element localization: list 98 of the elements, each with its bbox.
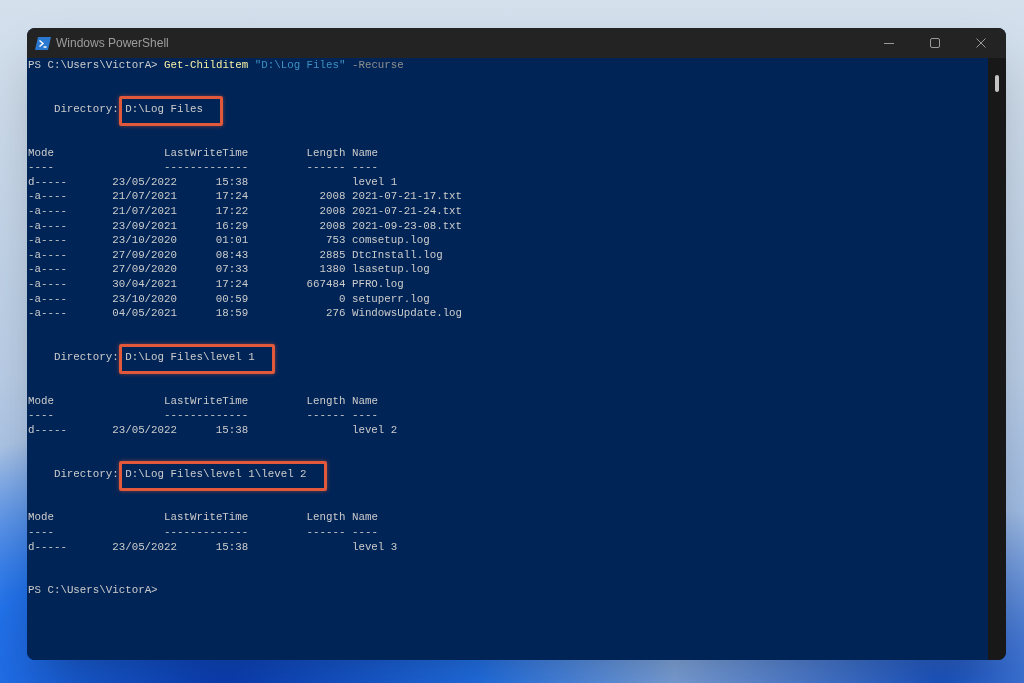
modified-date: 23/10/2020 <box>112 292 177 305</box>
window-title: Windows PowerShell <box>56 35 169 52</box>
column-header: Name <box>351 511 378 524</box>
modified-date: 23/10/2020 <box>112 234 177 247</box>
file-length: 276 <box>326 307 346 320</box>
minimize-icon <box>884 42 894 44</box>
column-header: Length <box>306 146 346 159</box>
modified-date: 23/05/2022 <box>112 540 177 553</box>
column-header: Mode <box>28 146 54 159</box>
modified-time: 08:43 <box>215 248 249 261</box>
file-mode: d----- <box>28 423 67 436</box>
file-name: 2021-07-21-17.txt <box>351 190 463 203</box>
modified-date: 30/04/2021 <box>112 277 177 290</box>
header-underline: ---- <box>351 526 378 538</box>
modified-date: 23/05/2022 <box>112 175 177 188</box>
file-mode: d----- <box>28 175 67 188</box>
modified-date: 23/09/2021 <box>112 219 177 232</box>
modified-time: 16:29 <box>215 219 249 232</box>
modified-time: 00:59 <box>215 292 249 305</box>
modified-time: 15:38 <box>215 540 249 553</box>
file-mode: d----- <box>28 540 67 553</box>
file-mode: -a---- <box>28 190 67 203</box>
column-header: LastWriteTime <box>164 511 249 524</box>
file-name: level 2 <box>351 423 398 436</box>
header-underline: ------------- <box>164 161 249 174</box>
file-mode: -a---- <box>28 292 67 305</box>
directory-path: D:\Log Files <box>125 102 203 115</box>
file-length: 753 <box>326 234 346 247</box>
close-icon <box>976 38 986 48</box>
file-name: DtcInstall.log <box>351 248 443 261</box>
header-underline: ------ <box>306 409 346 422</box>
header-underline: ---- <box>28 526 54 538</box>
header-underline: ------ <box>306 161 346 174</box>
file-mode: -a---- <box>28 234 67 247</box>
modified-date: 21/07/2021 <box>112 204 177 217</box>
file-mode: -a---- <box>28 263 67 276</box>
scrollbar-thumb[interactable] <box>995 75 999 92</box>
modified-time: 18:59 <box>215 307 249 320</box>
column-header: Name <box>351 394 378 407</box>
file-length: 2885 <box>319 248 346 261</box>
file-length: 667484 <box>306 277 346 290</box>
header-underline: ---- <box>351 409 378 422</box>
modified-time: 01:01 <box>215 234 249 247</box>
modified-date: 27/09/2020 <box>112 248 177 261</box>
file-name: 2021-09-23-08.txt <box>351 219 463 232</box>
file-length: 1380 <box>319 263 346 276</box>
directory-path: D:\Log Files\level 1\level 2 <box>125 467 307 480</box>
file-mode: -a---- <box>28 204 67 217</box>
file-length: 2008 <box>319 219 346 232</box>
file-length: 0 <box>338 292 346 305</box>
file-name: setuperr.log <box>351 292 430 305</box>
header-underline: ---- <box>28 409 54 422</box>
directory-label: Directory: <box>53 102 119 115</box>
directory-path: D:\Log Files\level 1 <box>125 350 255 363</box>
modified-time: 15:38 <box>215 423 249 436</box>
file-mode: -a---- <box>28 277 67 290</box>
maximize-icon <box>930 38 940 48</box>
file-name: lsasetup.log <box>351 263 430 276</box>
modified-date: 04/05/2021 <box>112 307 177 320</box>
header-underline: ------------- <box>164 409 249 422</box>
column-header: Mode <box>28 394 54 407</box>
column-header: Mode <box>28 511 54 524</box>
directory-label: Directory: <box>53 350 119 363</box>
file-length: 2008 <box>319 190 346 203</box>
file-mode: -a---- <box>28 248 67 261</box>
column-header: Name <box>351 146 378 159</box>
modified-time: 17:24 <box>215 190 249 203</box>
column-header: LastWriteTime <box>164 146 249 159</box>
file-name: comsetup.log <box>351 234 430 247</box>
file-name: 2021-07-21-24.txt <box>351 204 463 217</box>
modified-time: 07:33 <box>215 263 249 276</box>
file-length: 2008 <box>319 204 346 217</box>
file-mode: -a---- <box>28 307 67 320</box>
prompt-text: PS C:\Users\VictorA> <box>28 59 158 71</box>
header-underline: ---- <box>351 161 378 174</box>
header-underline: ---- <box>28 161 54 174</box>
header-underline: ------ <box>306 526 346 538</box>
parameter-text: -Recurse <box>351 59 404 71</box>
file-name: PFRO.log <box>351 277 404 290</box>
column-header: Length <box>306 394 346 407</box>
command-name: Get-Childitem <box>164 59 249 71</box>
modified-time: 17:22 <box>215 204 249 217</box>
column-header: LastWriteTime <box>164 394 249 407</box>
file-name: level 3 <box>351 540 398 553</box>
modified-date: 23/05/2022 <box>112 423 177 436</box>
file-name: level 1 <box>351 175 398 188</box>
directory-label: Directory: <box>53 467 119 480</box>
path-argument: "D:\Log Files" <box>254 59 346 71</box>
modified-time: 15:38 <box>215 175 249 188</box>
modified-date: 27/09/2020 <box>112 263 177 276</box>
modified-date: 21/07/2021 <box>112 190 177 203</box>
header-underline: ------------- <box>164 526 249 538</box>
prompt-text: PS C:\Users\VictorA> <box>28 584 158 597</box>
file-name: WindowsUpdate.log <box>351 307 463 320</box>
modified-time: 17:24 <box>215 277 249 290</box>
terminal-icon <box>35 36 51 50</box>
file-mode: -a---- <box>28 219 67 232</box>
column-header: Length <box>306 511 346 524</box>
